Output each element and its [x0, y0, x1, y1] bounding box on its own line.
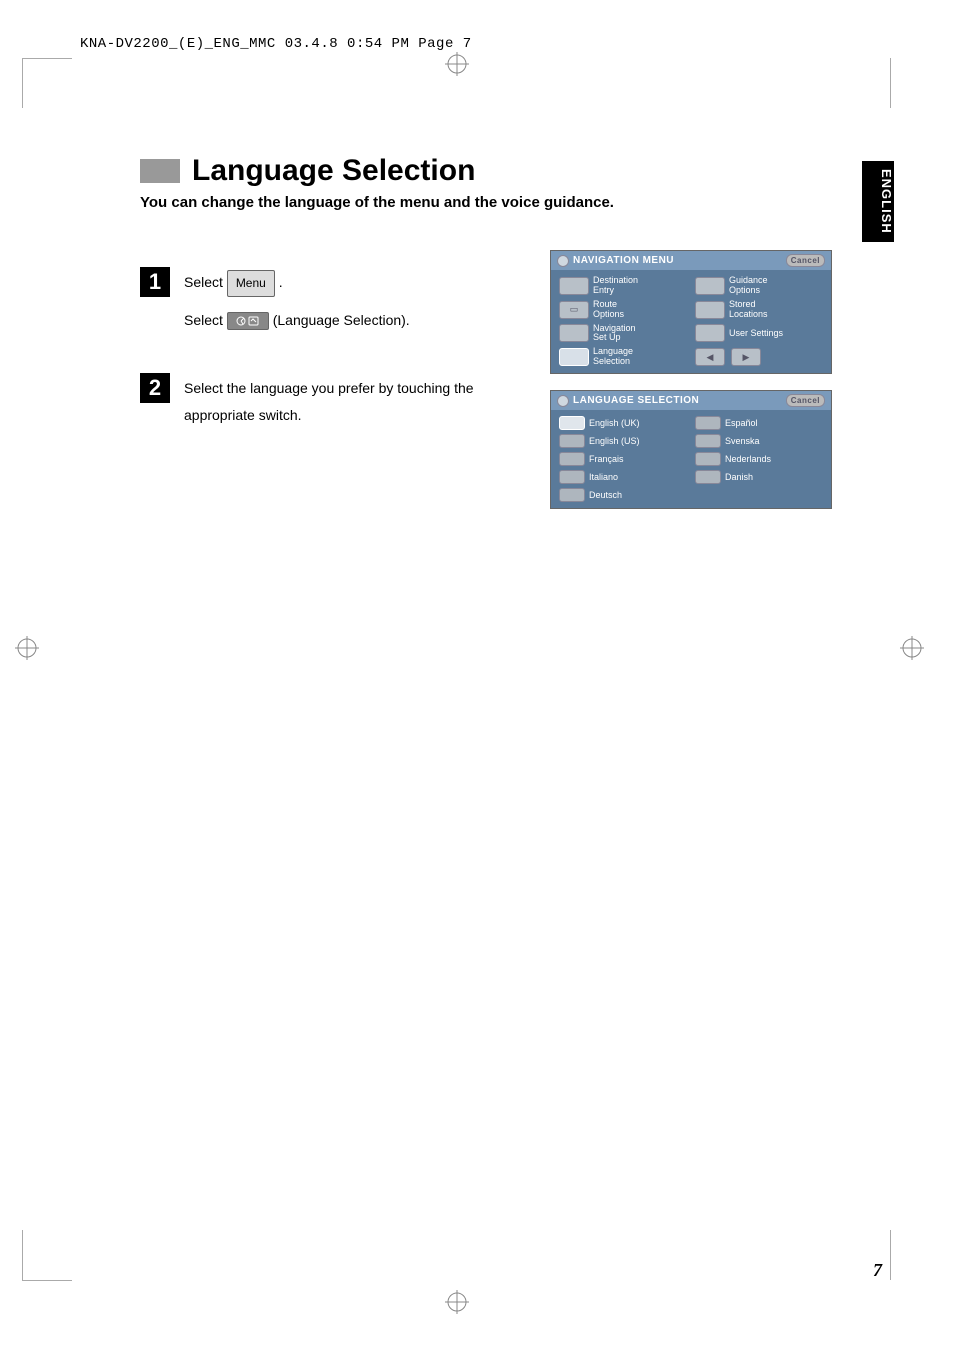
- language-selection-icon-button[interactable]: [227, 312, 269, 330]
- left-arrow-icon[interactable]: ◀: [695, 348, 725, 366]
- route-icon: ▭: [559, 301, 589, 319]
- crop-mark: [22, 1280, 72, 1281]
- setup-icon: [559, 324, 589, 342]
- cancel-button[interactable]: Cancel: [786, 394, 825, 407]
- title-decoration: [140, 159, 180, 183]
- guidance-icon: [695, 277, 725, 295]
- nav-item-destination-entry[interactable]: DestinationEntry: [559, 276, 687, 296]
- crop-mark: [22, 58, 23, 108]
- lang-francais[interactable]: Français: [559, 452, 687, 466]
- page-number: 7: [873, 1260, 882, 1281]
- navigation-menu-screenshot: NAVIGATION MENU Cancel DestinationEntry …: [550, 250, 832, 374]
- registration-mark-icon: [445, 52, 469, 81]
- step-number-2: 2: [140, 373, 170, 403]
- page-subtitle: You can change the language of the menu …: [140, 194, 860, 211]
- lang-deutsch[interactable]: Deutsch: [559, 488, 687, 502]
- cancel-button[interactable]: Cancel: [786, 254, 825, 267]
- nav-item-guidance-options[interactable]: GuidanceOptions: [695, 276, 823, 296]
- crop-mark: [22, 1230, 23, 1280]
- step-1-body: Select Menu . Select (Language Selection…: [184, 267, 410, 333]
- step-2-body: Select the language you prefer by touchi…: [184, 373, 534, 428]
- lang-italiano[interactable]: Italiano: [559, 470, 687, 484]
- language-selection-screenshot: LANGUAGE SELECTION Cancel English (UK) E…: [550, 390, 832, 509]
- lang-nederlands[interactable]: Nederlands: [695, 452, 823, 466]
- destination-icon: [559, 277, 589, 295]
- lang-english-uk[interactable]: English (UK): [559, 416, 687, 430]
- home-icon: [557, 395, 569, 407]
- nav-item-route-options[interactable]: ▭ RouteOptions: [559, 300, 687, 320]
- lang-danish[interactable]: Danish: [695, 470, 823, 484]
- nav-item-navigation-setup[interactable]: NavigationSet Up: [559, 324, 687, 344]
- crop-mark: [22, 58, 72, 59]
- nav-item-user-settings[interactable]: User Settings: [695, 324, 823, 344]
- print-header: KNA-DV2200_(E)_ENG_MMC 03.4.8 0:54 PM Pa…: [80, 36, 472, 52]
- registration-mark-icon: [15, 636, 39, 665]
- nav-item-stored-locations[interactable]: StoredLocations: [695, 300, 823, 320]
- nav-menu-title: NAVIGATION MENU: [573, 255, 674, 266]
- right-arrow-icon[interactable]: ▶: [731, 348, 761, 366]
- lang-espanol[interactable]: Español: [695, 416, 823, 430]
- page-title: Language Selection: [192, 154, 475, 188]
- step-number-1: 1: [140, 267, 170, 297]
- lang-svenska[interactable]: Svenska: [695, 434, 823, 448]
- step-1-lang-sel-paren: (Language Selection).: [273, 312, 410, 328]
- lang-screen-title: LANGUAGE SELECTION: [573, 395, 699, 406]
- home-icon: [557, 255, 569, 267]
- step-1-select-label: Select: [184, 274, 223, 290]
- step-1-select-label-2: Select: [184, 312, 223, 328]
- crop-mark: [890, 58, 891, 108]
- registration-mark-icon: [900, 636, 924, 665]
- lang-english-us[interactable]: English (US): [559, 434, 687, 448]
- language-icon: [559, 348, 589, 366]
- stored-icon: [695, 301, 725, 319]
- nav-item-language-selection[interactable]: LanguageSelection: [559, 347, 687, 367]
- registration-mark-icon: [445, 1290, 469, 1319]
- user-settings-icon: [695, 324, 725, 342]
- crop-mark: [890, 1230, 891, 1280]
- step-1-period: .: [279, 274, 283, 290]
- language-tab: ENGLISH: [862, 161, 894, 242]
- nav-item-arrows: ◀ ▶: [695, 347, 823, 367]
- menu-button[interactable]: Menu: [227, 270, 275, 297]
